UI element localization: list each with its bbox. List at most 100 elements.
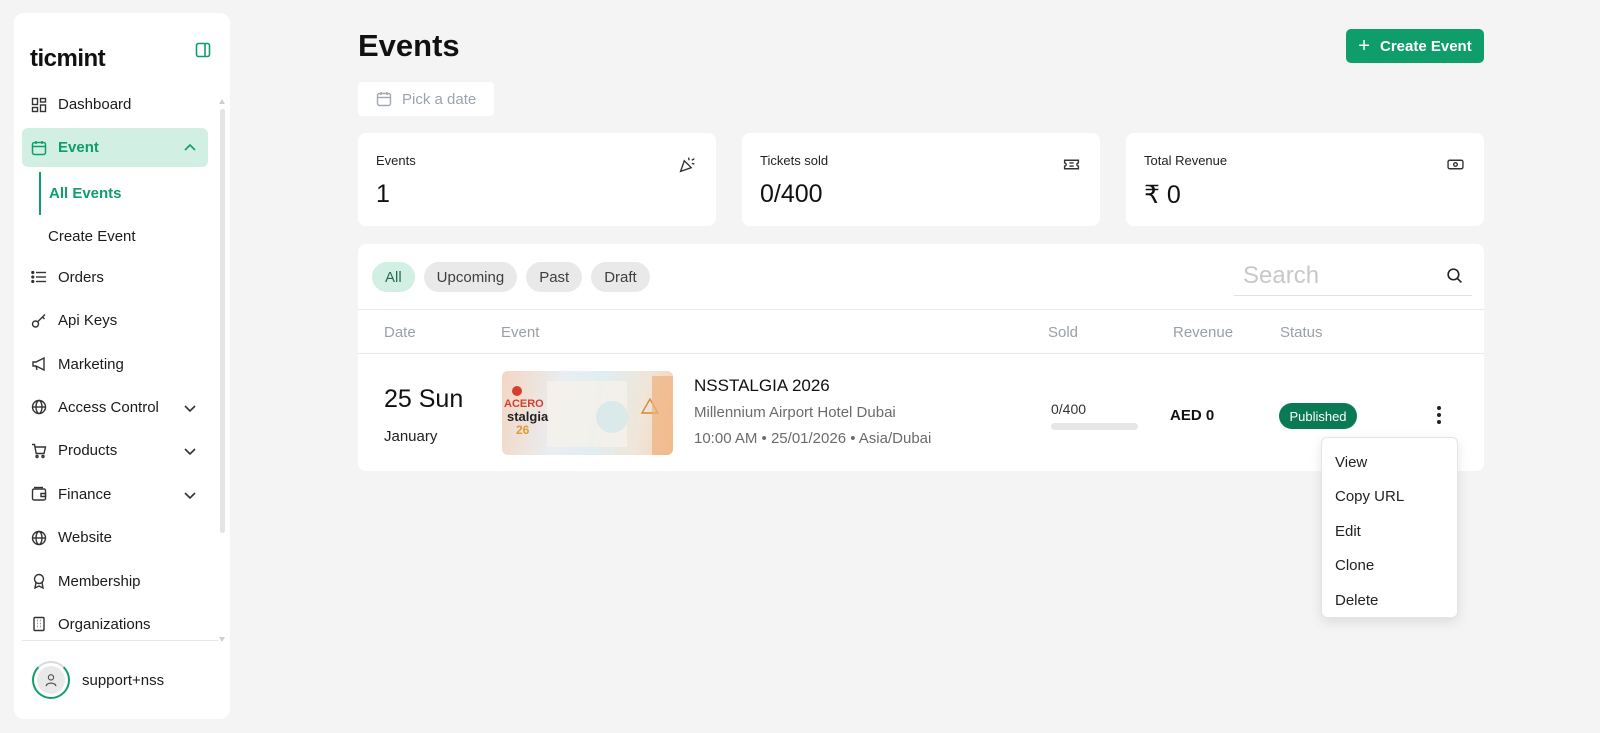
sidebar-item-marketing[interactable]: Marketing: [22, 345, 208, 384]
sidebar-item-membership[interactable]: Membership: [22, 562, 208, 601]
brand-logo: ticmint: [30, 45, 106, 72]
sidebar-scrollbar[interactable]: [220, 109, 225, 533]
menu-item-view[interactable]: View: [1322, 445, 1457, 480]
filter-pills: All Upcoming Past Draft: [372, 262, 659, 292]
party-popper-icon: [678, 155, 696, 173]
list-icon: [30, 268, 48, 286]
stat-card-revenue: Total Revenue ₹ 0: [1126, 133, 1484, 226]
sidebar-item-label: Access Control: [58, 398, 159, 416]
sidebar-item-event[interactable]: Event: [22, 128, 208, 168]
event-month: January: [384, 428, 438, 445]
sidebar-subitem-all-events[interactable]: All Events: [39, 171, 208, 215]
date-picker-placeholder: Pick a date: [402, 90, 477, 108]
sidebar-collapse-button[interactable]: [193, 40, 213, 60]
sidebar-item-orders[interactable]: Orders: [22, 258, 208, 297]
sidebar-nav: Dashboard Event All Events Create Event …: [22, 85, 208, 648]
menu-item-clone[interactable]: Clone: [1322, 549, 1457, 584]
stat-label: Total Revenue: [1144, 153, 1228, 168]
cart-icon: [30, 442, 48, 460]
sidebar-item-label: Orders: [58, 268, 104, 286]
sidebar-item-label: Finance: [58, 485, 112, 503]
dashboard-icon: [30, 96, 48, 114]
plus-icon: +: [1358, 35, 1370, 57]
building-icon: [30, 615, 48, 633]
search-input[interactable]: Search: [1234, 262, 1446, 290]
sidebar-item-label: Products: [58, 442, 118, 460]
stat-value: 0/400: [760, 180, 823, 208]
stat-card-tickets: Tickets sold 0/400: [742, 133, 1100, 226]
chevron-down-icon: [184, 448, 196, 456]
chevron-down-icon: [184, 492, 196, 499]
sidebar-item-website[interactable]: Website: [22, 518, 208, 557]
megaphone-icon: [30, 355, 48, 373]
stat-value: ₹ 0: [1144, 181, 1181, 209]
event-date: 25 Sun: [384, 385, 464, 413]
ticket-icon: [1062, 155, 1080, 173]
user-name: support+nss: [82, 671, 165, 689]
sidebar-item-label: Website: [58, 529, 112, 547]
thumbnail-title-line2: stalgia: [507, 409, 549, 424]
date-picker[interactable]: Pick a date: [358, 82, 494, 116]
sidebar-subitem-label: All Events: [49, 184, 122, 202]
sidebar: ticmint Dashboard Event All Events Creat…: [14, 13, 230, 719]
sidebar-subitem-create-event[interactable]: Create Event: [22, 215, 208, 258]
stat-label: Tickets sold: [760, 153, 829, 168]
event-thumbnail[interactable]: ACERO stalgia 26: [502, 371, 673, 455]
sidebar-item-finance[interactable]: Finance: [22, 475, 208, 514]
menu-item-edit[interactable]: Edit: [1322, 514, 1457, 549]
thumbnail-title-line3: 26: [516, 423, 530, 437]
chevron-down-icon: [184, 405, 196, 413]
divider: [358, 353, 1484, 354]
stat-label: Events: [376, 153, 416, 168]
globe-icon: [30, 529, 48, 547]
events-panel: All Upcoming Past Draft Search Date Even…: [358, 244, 1484, 471]
sidebar-subitem-label: Create Event: [48, 227, 136, 245]
divider: [358, 309, 1484, 310]
sidebar-divider: [22, 640, 218, 641]
sold-count: 0/400: [1051, 401, 1087, 417]
more-options-icon[interactable]: [1432, 404, 1446, 426]
banknote-icon: [1446, 155, 1464, 173]
page-title: Events: [358, 28, 460, 63]
filter-upcoming[interactable]: Upcoming: [423, 262, 518, 292]
sidebar-item-api-keys[interactable]: Api Keys: [22, 301, 208, 340]
sidebar-item-products[interactable]: Products: [22, 431, 208, 470]
create-event-button[interactable]: + Create Event: [1346, 29, 1484, 63]
filter-all[interactable]: All: [372, 262, 415, 292]
event-name[interactable]: NSSTALGIA 2026: [694, 376, 830, 396]
menu-item-copy-url[interactable]: Copy URL: [1322, 480, 1457, 515]
event-venue: Millennium Airport Hotel Dubai: [694, 404, 896, 421]
status-badge: Published: [1279, 403, 1357, 429]
sidebar-item-label: Organizations: [58, 615, 151, 633]
column-header-event: Event: [501, 324, 540, 341]
globe-lock-icon: [30, 398, 48, 416]
search-box[interactable]: Search: [1234, 256, 1472, 296]
chevron-up-icon: [184, 144, 196, 151]
key-icon: [30, 312, 48, 330]
sidebar-item-organizations[interactable]: Organizations: [22, 605, 208, 644]
filter-draft[interactable]: Draft: [591, 262, 650, 292]
sidebar-item-label: Marketing: [58, 355, 124, 373]
event-time: 10:00 AM • 25/01/2026 • Asia/Dubai: [694, 430, 932, 447]
event-revenue: AED 0: [1170, 407, 1215, 424]
search-icon[interactable]: [1446, 267, 1466, 284]
user-profile[interactable]: support+nss: [32, 661, 164, 699]
calendar-icon: [376, 91, 392, 107]
sidebar-item-access-control[interactable]: Access Control: [22, 388, 208, 427]
sidebar-item-label: Dashboard: [58, 96, 132, 113]
sold-progress-bar: [1051, 423, 1138, 430]
stat-card-events: Events 1: [358, 133, 716, 226]
sidebar-item-dashboard[interactable]: Dashboard: [22, 85, 208, 124]
filter-past[interactable]: Past: [526, 262, 583, 292]
column-header-status: Status: [1280, 324, 1323, 341]
menu-item-delete[interactable]: Delete: [1322, 583, 1457, 618]
sidebar-item-label: Api Keys: [58, 312, 118, 330]
award-icon: [30, 572, 48, 590]
user-icon: [45, 674, 57, 687]
avatar: [32, 661, 70, 699]
row-actions-menu: View Copy URL Edit Clone Delete: [1321, 437, 1458, 618]
sidebar-item-label: Membership: [58, 572, 141, 590]
panel-toggle-icon: [195, 42, 211, 58]
wallet-icon: [30, 485, 48, 503]
column-header-date: Date: [384, 324, 416, 341]
